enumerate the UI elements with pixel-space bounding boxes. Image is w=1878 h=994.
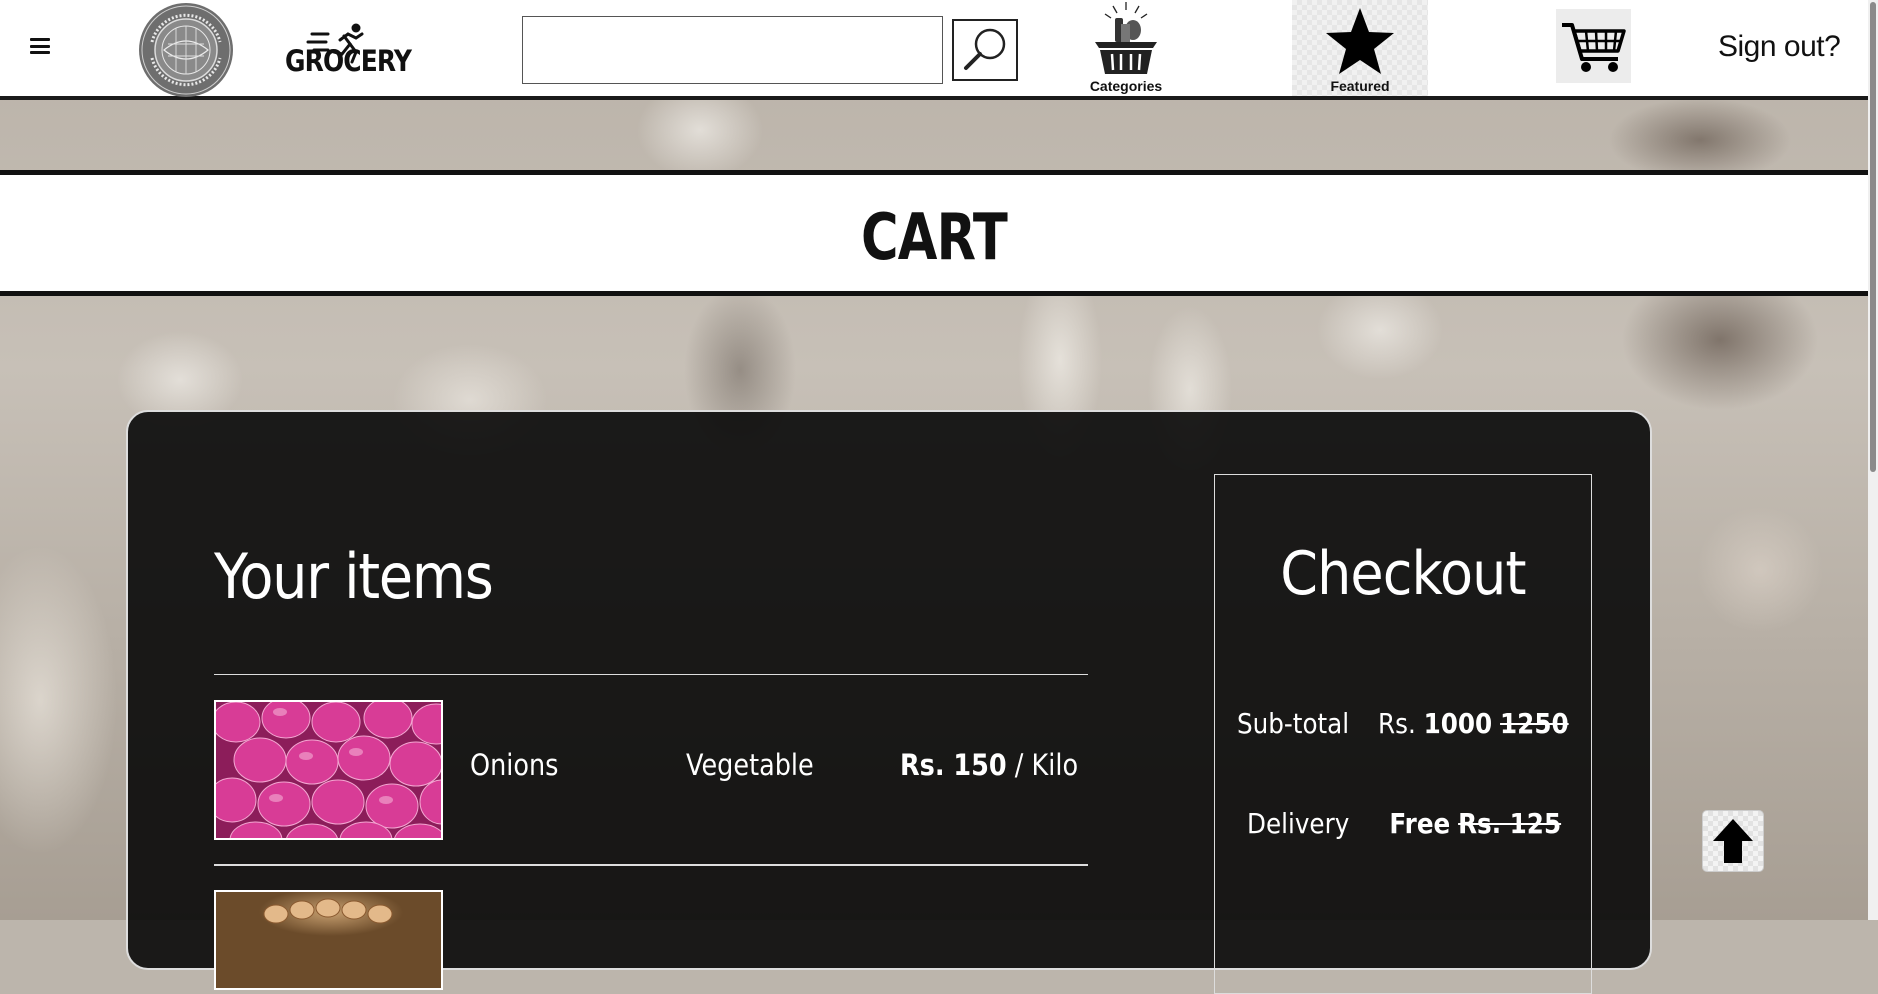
search-button[interactable]: [952, 19, 1018, 81]
hamburger-menu-icon[interactable]: [30, 38, 50, 54]
divider: [214, 864, 1088, 866]
divider: [214, 674, 1088, 675]
onions-image[interactable]: [214, 700, 443, 840]
subtotal-amount: 1000: [1423, 707, 1493, 740]
delivery-label: Delivery: [1247, 807, 1350, 840]
scrollbar-thumb[interactable]: [1870, 2, 1876, 472]
item-name: Onions: [470, 748, 559, 782]
top-navbar: GROCERY Categories Featured Sign out?: [0, 0, 1868, 100]
cart-button[interactable]: [1556, 9, 1631, 83]
star-icon: [1326, 8, 1394, 74]
page-title-band: CART: [0, 170, 1868, 296]
item-price: Rs. 150 / Kilo: [900, 748, 1078, 782]
nav-featured-label: Featured: [1330, 78, 1390, 94]
back-to-top-button[interactable]: [1702, 810, 1764, 872]
item-price-amount: Rs. 150: [900, 748, 1007, 782]
subtotal-label: Sub-total: [1237, 707, 1350, 740]
shopping-cart-icon: [1562, 23, 1626, 72]
cart-item-row: Onions Vegetable Rs. 150 / Kilo: [214, 700, 1088, 840]
magnifier-icon: [964, 28, 1006, 70]
checkout-title: Checkout: [1280, 539, 1526, 609]
page-scrollbar[interactable]: [1868, 0, 1878, 920]
item-price-unit: / Kilo: [1006, 748, 1079, 782]
checkout-box: Checkout Sub-total Rs. 1000 1250 Deliver…: [1214, 474, 1592, 994]
nav-categories[interactable]: Categories: [1080, 0, 1172, 96]
university-seal-logo[interactable]: [138, 2, 234, 98]
subtotal-value: Rs. 1000 1250: [1378, 707, 1569, 740]
delivery-amount: Free: [1389, 807, 1451, 840]
subtotal-old-price: 1250: [1500, 707, 1569, 740]
signout-link[interactable]: Sign out?: [1718, 30, 1841, 64]
eggs-image[interactable]: [214, 890, 443, 990]
brand-name[interactable]: GROCERY: [285, 44, 412, 78]
up-arrow-icon: [1713, 819, 1753, 863]
eggs-basket-photo: [263, 898, 393, 924]
page-title: CART: [860, 201, 1008, 275]
your-items-heading: Your items: [214, 540, 494, 613]
delivery-old-price: Rs. 125: [1457, 807, 1561, 840]
nav-featured[interactable]: Featured: [1292, 0, 1428, 96]
cart-panel: Your items Onions Vegetable Rs. 150 / Ki…: [126, 410, 1652, 994]
item-category: Vegetable: [686, 748, 814, 782]
nav-categories-label: Categories: [1089, 78, 1163, 94]
delivery-value: Free Rs. 125: [1389, 807, 1561, 840]
onions-photo: [216, 702, 441, 838]
search-input[interactable]: [522, 16, 943, 84]
subtotal-prefix: Rs.: [1378, 707, 1424, 740]
grocery-basket-icon: [1095, 2, 1157, 74]
